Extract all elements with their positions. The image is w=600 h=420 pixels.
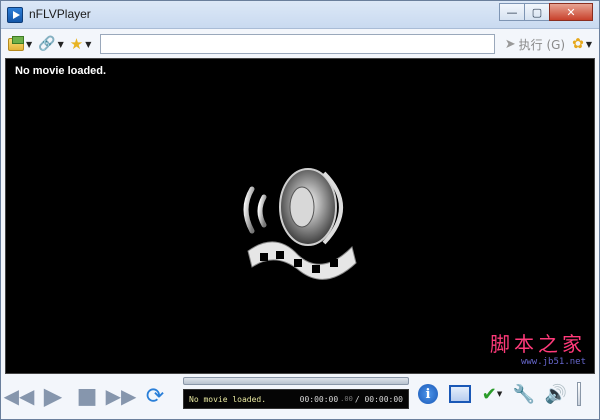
bulb-icon: ✿ (572, 36, 584, 52)
info-icon: i (418, 384, 438, 404)
control-bar: ◀◀ ▶ ■ ▶▶ ⟳ No movie loaded. 00:00:00 .0… (3, 375, 595, 417)
chevron-down-icon: ▼ (57, 39, 64, 49)
chevron-down-icon: ▼ (85, 39, 92, 49)
volume-icon: 🔊 (544, 383, 568, 405)
volume-slider[interactable] (577, 382, 581, 406)
volume-button[interactable]: 🔊 (543, 381, 569, 407)
total-time: / 00:00:00 (354, 394, 403, 404)
window-title: nFLVPlayer (29, 7, 91, 21)
seek-bar[interactable] (183, 377, 409, 385)
maximize-button[interactable]: ▢ (524, 3, 550, 21)
video-area[interactable]: No movie loaded. 脚本之家 www.jb51.net (5, 58, 595, 374)
tips-button[interactable]: ✿ ▼ (569, 33, 595, 55)
folder-open-icon (8, 35, 24, 51)
elapsed-fraction: .00 (340, 395, 353, 403)
rewind-icon: ◀◀ (3, 384, 35, 408)
rewind-button[interactable]: ◀◀ (3, 382, 35, 410)
app-icon (7, 7, 23, 23)
arrow-right-icon: ➤ (504, 36, 516, 52)
fast-forward-button[interactable]: ▶▶ (105, 382, 137, 410)
seek-track[interactable] (183, 377, 409, 385)
screen-icon (449, 385, 471, 403)
chevron-down-icon: ▼ (585, 39, 592, 49)
play-button[interactable]: ▶ (39, 382, 67, 410)
fast-forward-icon: ▶▶ (105, 384, 137, 408)
star-icon: ★ (69, 35, 84, 53)
execute-label: 执行 (G) (518, 37, 566, 52)
lcd-status-text: No movie loaded. (189, 394, 267, 404)
window-controls: — ▢ ✕ (499, 3, 593, 21)
close-button[interactable]: ✕ (549, 3, 593, 21)
chevron-down-icon: ▼ (496, 390, 503, 398)
watermark: 脚本之家 www.jb51.net (490, 328, 586, 367)
title-bar[interactable]: nFLVPlayer — ▢ ✕ (1, 1, 599, 29)
open-file-button[interactable]: ▼ (5, 33, 35, 55)
app-window: nFLVPlayer — ▢ ✕ ▼ 🔗 ▼ ★ ▼ ➤ 执行 (G) ✿ ▼ (0, 0, 600, 420)
favorites-button[interactable]: ★ ▼ (67, 33, 95, 55)
stop-icon: ■ (76, 383, 98, 409)
options-button[interactable]: ✔ ▼ (479, 381, 505, 407)
watermark-url: www.jb51.net (520, 357, 586, 367)
chevron-down-icon: ▼ (26, 39, 33, 49)
settings-button[interactable]: 🔧 (511, 381, 537, 407)
watermark-text: 脚本之家 (490, 332, 586, 356)
video-status-text: No movie loaded. (15, 65, 107, 77)
toolbar: ▼ 🔗 ▼ ★ ▼ ➤ 执行 (G) ✿ ▼ (5, 31, 595, 57)
link-icon: 🔗 (38, 36, 56, 52)
minimize-button[interactable]: — (499, 3, 525, 21)
repeat-button[interactable]: ⟳ (141, 382, 169, 410)
info-button[interactable]: i (415, 381, 441, 407)
lcd-display: No movie loaded. 00:00:00 .00 / 00:00:00 (183, 389, 409, 409)
url-input[interactable] (100, 34, 495, 54)
check-icon: ✔ (481, 383, 497, 405)
repeat-icon: ⟳ (145, 383, 165, 409)
right-button-group: i ✔ ▼ 🔧 🔊 (415, 381, 581, 407)
speaker-film-logo (243, 168, 357, 280)
execute-button[interactable]: ➤ 执行 (G) (501, 36, 569, 53)
stop-button[interactable]: ■ (73, 382, 101, 410)
elapsed-time: 00:00:00 (299, 394, 339, 404)
wrench-icon: 🔧 (512, 383, 536, 405)
play-icon: ▶ (43, 382, 63, 410)
fullscreen-button[interactable] (447, 381, 473, 407)
open-url-button[interactable]: 🔗 ▼ (35, 33, 67, 55)
